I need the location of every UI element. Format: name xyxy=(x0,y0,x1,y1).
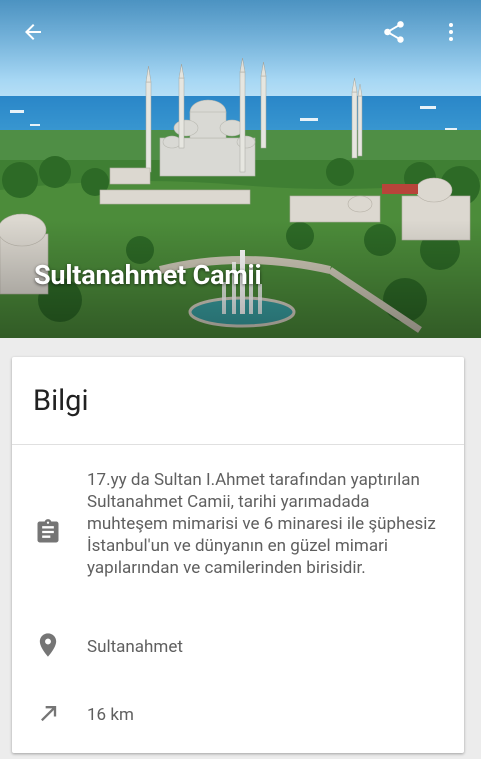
card-header: Bilgi xyxy=(12,357,464,445)
distance-text: 16 km xyxy=(87,705,134,725)
card-title: Bilgi xyxy=(33,383,89,418)
arrow-north-east-icon xyxy=(41,706,57,722)
more-options-button[interactable] xyxy=(429,10,473,54)
hero-image: Sultanahmet Camii xyxy=(0,0,481,338)
arrow-left-icon xyxy=(25,24,41,40)
share-icon xyxy=(384,21,404,43)
description-row: 17.yy da Sultan I.Ahmet tarafından yaptı… xyxy=(12,469,464,601)
more-vert-icon xyxy=(449,23,453,41)
back-button[interactable] xyxy=(11,10,55,54)
share-button[interactable] xyxy=(372,10,416,54)
location-pin-icon xyxy=(39,633,57,657)
clipboard-icon xyxy=(37,519,59,543)
info-card: Bilgi 17.yy da Sultan I.Ahmet tarafından… xyxy=(12,357,464,753)
location-row[interactable]: Sultanahmet xyxy=(12,629,464,665)
location-text: Sultanahmet xyxy=(87,637,183,657)
place-title: Sultanahmet Camii xyxy=(34,259,262,291)
distance-row: 16 km xyxy=(12,697,464,733)
description-text: 17.yy da Sultan I.Ahmet tarafından yaptı… xyxy=(87,470,436,578)
